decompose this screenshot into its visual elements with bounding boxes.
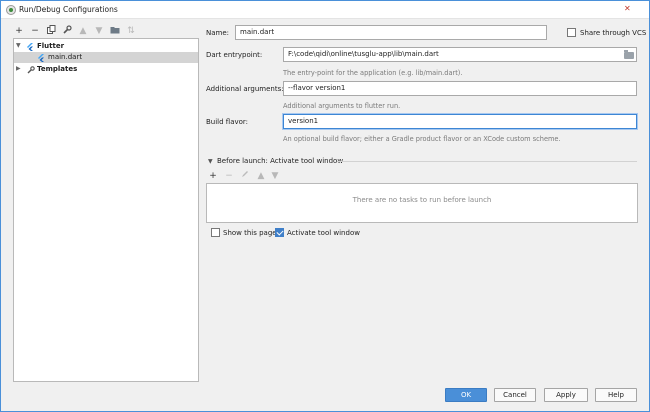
empty-tasks-text: There are no tasks to run before launch bbox=[352, 196, 492, 204]
entrypoint-hint: The entry-point for the application (e.g… bbox=[283, 69, 463, 77]
run-debug-dialog: Run/Debug Configurations ✕ + − ▲ ▼ ⇅ ▼ F… bbox=[0, 0, 650, 412]
entrypoint-label: Dart entrypoint: bbox=[206, 51, 263, 59]
add-icon[interactable]: + bbox=[13, 25, 25, 37]
chevron-down-icon[interactable]: ▼ bbox=[16, 42, 21, 49]
copy-icon[interactable] bbox=[45, 25, 57, 37]
remove-icon[interactable]: − bbox=[29, 25, 41, 37]
tree-item-label: Templates bbox=[37, 65, 78, 73]
show-page-label: Show this page bbox=[223, 229, 277, 237]
args-label: Additional arguments: bbox=[206, 85, 284, 93]
name-label: Name: bbox=[206, 29, 230, 37]
tree-item-flutter[interactable]: ▼ Flutter bbox=[14, 41, 198, 52]
move-down-icon[interactable]: ▼ bbox=[93, 25, 105, 37]
show-page-checkbox[interactable] bbox=[211, 228, 220, 237]
cancel-button[interactable]: Cancel bbox=[494, 388, 536, 402]
ok-button[interactable]: OK bbox=[445, 388, 487, 402]
config-tree[interactable]: ▼ Flutter main.dart ▶ Templates bbox=[13, 38, 199, 382]
close-icon[interactable]: ✕ bbox=[624, 5, 632, 13]
config-toolbar: + − ▲ ▼ ⇅ bbox=[13, 25, 199, 39]
flutter-icon bbox=[38, 54, 45, 62]
flavor-hint: An optional build flavor; either a Gradl… bbox=[283, 135, 561, 143]
edit-task-icon[interactable] bbox=[239, 170, 251, 182]
sort-icon[interactable]: ⇅ bbox=[125, 25, 137, 37]
activate-tool-window-checkbox[interactable] bbox=[275, 228, 284, 237]
tree-item-main-dart[interactable]: main.dart bbox=[14, 52, 198, 63]
before-launch-task-list[interactable]: There are no tasks to run before launch bbox=[206, 183, 638, 223]
section-divider bbox=[337, 161, 637, 162]
apply-button[interactable]: Apply bbox=[544, 388, 588, 402]
add-task-icon[interactable]: + bbox=[207, 170, 219, 182]
chevron-down-icon[interactable]: ▼ bbox=[208, 158, 213, 165]
browse-folder-icon[interactable] bbox=[624, 50, 634, 59]
name-field[interactable]: main.dart bbox=[235, 25, 547, 40]
folder-icon[interactable] bbox=[109, 25, 121, 37]
args-hint: Additional arguments to flutter run. bbox=[283, 102, 401, 110]
tree-item-templates[interactable]: ▶ Templates bbox=[14, 64, 198, 75]
flutter-icon bbox=[27, 43, 34, 51]
window-title: Run/Debug Configurations bbox=[19, 5, 118, 14]
before-launch-toolbar: + − ▲ ▼ bbox=[207, 170, 327, 182]
app-icon bbox=[6, 5, 16, 15]
chevron-right-icon[interactable]: ▶ bbox=[16, 65, 21, 72]
entrypoint-field[interactable]: F:\code\qidi\online\tusglu-app\lib\main.… bbox=[283, 47, 637, 62]
move-up-icon[interactable]: ▲ bbox=[77, 25, 89, 37]
wrench-icon bbox=[27, 66, 35, 74]
before-launch-header[interactable]: Before launch: Activate tool window bbox=[217, 157, 343, 165]
activate-tool-window-label: Activate tool window bbox=[287, 229, 360, 237]
flavor-label: Build flavor: bbox=[206, 118, 249, 126]
move-task-up-icon[interactable]: ▲ bbox=[255, 170, 267, 182]
build-flavor-field[interactable]: version1 bbox=[283, 114, 637, 129]
move-task-down-icon[interactable]: ▼ bbox=[269, 170, 281, 182]
remove-task-icon[interactable]: − bbox=[223, 170, 235, 182]
share-vcs-checkbox[interactable] bbox=[567, 28, 576, 37]
tree-item-label: Flutter bbox=[37, 42, 65, 50]
share-vcs-label: Share through VCS bbox=[580, 29, 647, 37]
additional-args-field[interactable]: --flavor version1 bbox=[283, 81, 637, 96]
tree-item-label: main.dart bbox=[48, 53, 83, 61]
title-bar: Run/Debug Configurations ✕ bbox=[1, 1, 649, 19]
help-button[interactable]: Help bbox=[595, 388, 637, 402]
wrench-icon[interactable] bbox=[61, 25, 73, 37]
